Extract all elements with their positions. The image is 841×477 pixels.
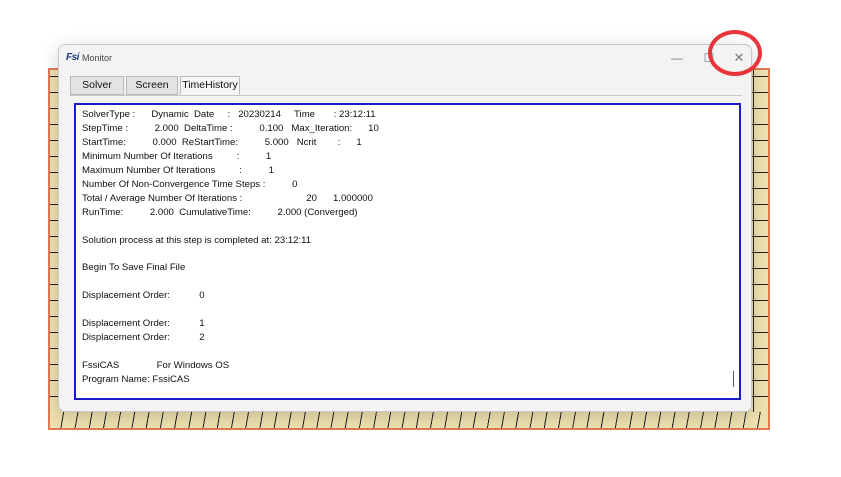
log-line: Number Of Non-Convergence Time Steps : 0 (82, 179, 298, 190)
log-line: Displacement Order: 2 (82, 332, 205, 343)
app-logo-icon: Fsi (66, 52, 79, 63)
log-line: Program Name: FssiCAS (82, 374, 190, 385)
title-bar[interactable]: Fsi Monitor — ☐ ✕ (59, 45, 751, 71)
log-line: Solution process at this step is complet… (82, 235, 312, 246)
log-line: FssiCAS For Windows OS (82, 360, 230, 371)
mesh-bottom-strip (48, 412, 770, 430)
window-title: Monitor (82, 53, 113, 63)
monitor-window: Fsi Monitor — ☐ ✕ Solver Screen TimeHist… (58, 44, 752, 412)
log-line: Displacement Order: 1 (82, 318, 205, 329)
log-line: RunTime: 2.000 CumulativeTime: 2.000 (Co… (82, 207, 358, 218)
log-line: SolverType : Dynamic Date : 20230214 Tim… (82, 109, 376, 120)
log-line: Total / Average Number Of Iterations : 2… (82, 193, 373, 204)
tab-solver[interactable]: Solver (70, 76, 124, 95)
tab-timehistory[interactable]: TimeHistory (180, 76, 240, 95)
log-line: Displacement Order: 0 (82, 290, 205, 301)
close-button[interactable]: ✕ (725, 47, 753, 69)
tab-screen[interactable]: Screen (126, 76, 178, 95)
log-line: Minimum Number Of Iterations : 1 (82, 151, 272, 162)
log-line: Maximum Number Of Iterations : 1 (82, 165, 274, 176)
log-output-panel[interactable]: SolverType : Dynamic Date : 20230214 Tim… (74, 103, 741, 400)
tab-divider (70, 95, 742, 96)
log-line: StartTime: 0.000 ReStartTime: 5.000 Ncri… (82, 137, 362, 148)
maximize-button[interactable]: ☐ (695, 47, 723, 69)
log-line: StepTime : 2.000 DeltaTime : 0.100 Max_I… (82, 123, 379, 134)
scrollbar-thumb[interactable] (733, 371, 734, 387)
minimize-button[interactable]: — (663, 47, 691, 69)
log-line: Begin To Save Final File (82, 262, 186, 273)
